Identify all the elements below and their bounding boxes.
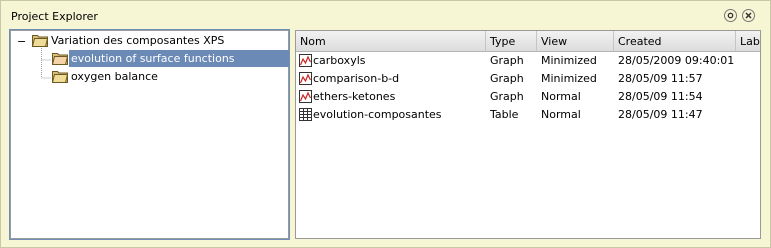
row-type: Graph: [490, 72, 524, 85]
row-created: 28/05/2009 09:40:01: [618, 54, 735, 67]
close-icon[interactable]: [742, 9, 755, 22]
row-type: Graph: [490, 54, 524, 67]
tree-item-evolution[interactable]: evolution of surface functions: [52, 50, 290, 67]
window-title: Project Explorer: [11, 10, 98, 23]
row-type: Graph: [490, 90, 524, 103]
column-header-created[interactable]: Created: [614, 31, 736, 51]
row-view: Normal: [541, 90, 581, 103]
float-icon[interactable]: [724, 9, 737, 22]
folder-tree[interactable]: − Variation des composantes XPS evolutio…: [9, 29, 290, 240]
tree-item-label: oxygen balance: [71, 70, 158, 83]
row-view: Minimized: [541, 54, 597, 67]
tree-root-label: Variation des composantes XPS: [51, 34, 225, 47]
row-created: 28/05/09 11:47: [618, 108, 703, 121]
graph-icon: [299, 90, 312, 103]
row-name: comparison-b-d: [313, 72, 400, 85]
list-row[interactable]: carboxyls Graph Minimized 28/05/2009 09:…: [296, 52, 760, 70]
list-header: Nom Type View Created Lab: [296, 31, 760, 52]
row-name: evolution-composantes: [313, 108, 442, 121]
column-header-view[interactable]: View: [537, 31, 614, 51]
project-explorer-window: Project Explorer − Variation des composa…: [0, 0, 771, 248]
graph-icon: [299, 72, 312, 85]
column-header-name[interactable]: Nom: [296, 31, 486, 51]
graph-icon: [299, 54, 312, 67]
row-type: Table: [490, 108, 519, 121]
row-view: Minimized: [541, 72, 597, 85]
tree-connector-lines: [41, 48, 51, 79]
row-name: ethers-ketones: [313, 90, 396, 103]
column-header-type[interactable]: Type: [486, 31, 537, 51]
row-name: carboxyls: [313, 54, 366, 67]
tree-item-oxygen[interactable]: oxygen balance: [52, 68, 252, 85]
tree-item-label: evolution of surface functions: [71, 52, 235, 65]
list-row[interactable]: evolution-composantes Table Normal 28/05…: [296, 106, 760, 124]
list-row[interactable]: ethers-ketones Graph Normal 28/05/09 11:…: [296, 88, 760, 106]
column-header-label[interactable]: Lab: [736, 31, 760, 51]
row-view: Normal: [541, 108, 581, 121]
table-icon: [299, 108, 312, 121]
row-created: 28/05/09 11:57: [618, 72, 703, 85]
title-bar: Project Explorer: [1, 1, 770, 29]
list-row[interactable]: comparison-b-d Graph Minimized 28/05/09 …: [296, 70, 760, 88]
row-created: 28/05/09 11:54: [618, 90, 703, 103]
item-list[interactable]: Nom Type View Created Lab carboxyls Grap…: [295, 30, 761, 239]
